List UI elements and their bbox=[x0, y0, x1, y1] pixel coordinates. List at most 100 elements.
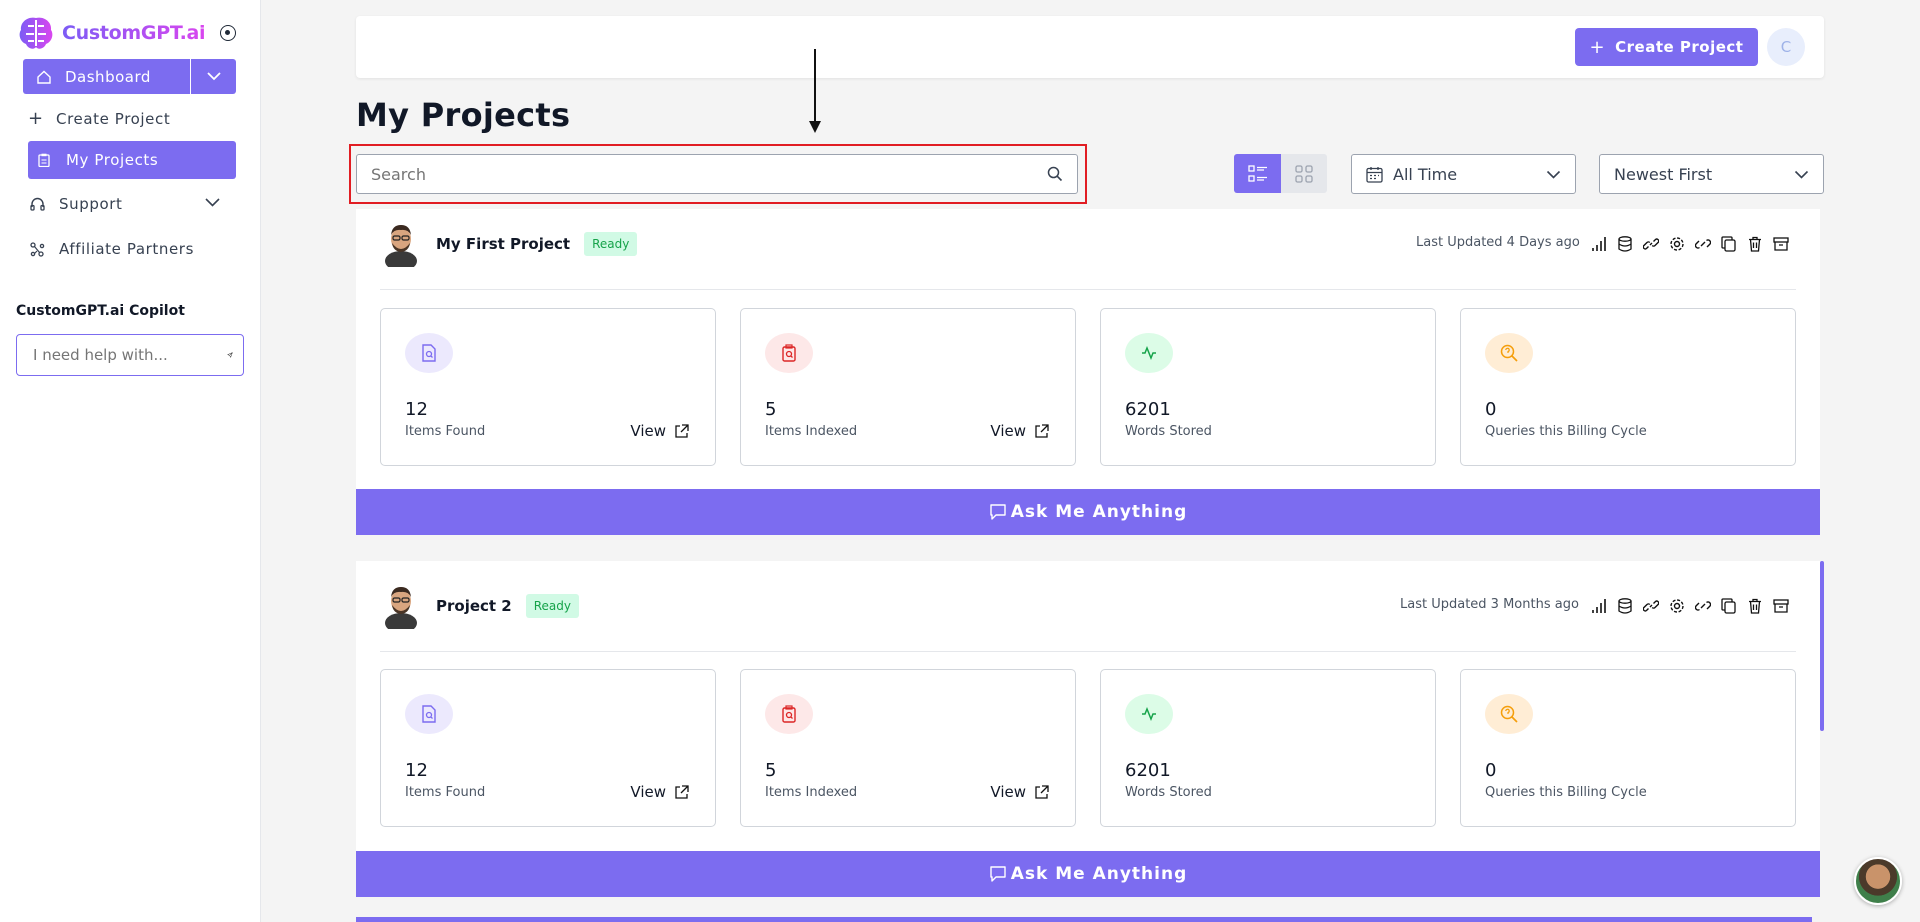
stat-value: 6201 bbox=[1125, 399, 1171, 420]
external-link-icon bbox=[1035, 784, 1049, 799]
ask-me-anything-button[interactable]: Ask Me Anything bbox=[356, 851, 1820, 897]
external-link-icon bbox=[675, 784, 689, 799]
database-icon[interactable] bbox=[1616, 597, 1633, 614]
stat-card-queries: 0 Queries this Billing Cycle bbox=[1460, 669, 1796, 827]
brand-name: CustomGPT.ai bbox=[62, 22, 206, 44]
send-icon[interactable] bbox=[227, 345, 233, 365]
stat-value: 6201 bbox=[1125, 760, 1171, 781]
trash-icon[interactable] bbox=[1746, 597, 1763, 614]
sidebar-item-label: Affiliate Partners bbox=[59, 240, 194, 258]
archive-icon[interactable] bbox=[1772, 597, 1789, 614]
sidebar-item-support[interactable]: Support bbox=[30, 195, 123, 213]
grid-view-icon bbox=[1295, 164, 1313, 183]
time-filter-value: All Time bbox=[1393, 164, 1458, 184]
integration-icon[interactable] bbox=[1694, 235, 1711, 252]
gear-icon[interactable] bbox=[1668, 235, 1685, 252]
stat-label: Items Found bbox=[405, 785, 486, 800]
last-updated: Last Updated 4 Days ago bbox=[1416, 235, 1580, 250]
stats-icon[interactable] bbox=[1590, 235, 1607, 252]
sidebar-item-affiliate-partners[interactable]: Affiliate Partners bbox=[30, 240, 194, 258]
stat-label: Words Stored bbox=[1125, 424, 1212, 439]
project-actions bbox=[1590, 597, 1789, 614]
view-label: View bbox=[990, 422, 1026, 440]
list-view-icon bbox=[1247, 164, 1267, 182]
link-icon[interactable] bbox=[1642, 235, 1659, 252]
next-project-edge bbox=[356, 917, 1812, 922]
view-label: View bbox=[630, 783, 666, 801]
brand[interactable]: CustomGPT.ai bbox=[16, 14, 206, 52]
chevron-down-icon bbox=[206, 72, 221, 81]
sort-select[interactable]: Newest First bbox=[1599, 154, 1824, 194]
ask-label: Ask Me Anything bbox=[1010, 502, 1188, 522]
user-avatar[interactable]: C bbox=[1767, 28, 1805, 66]
stat-card-words-stored: 6201 Words Stored bbox=[1100, 308, 1436, 466]
project-avatar bbox=[385, 225, 417, 267]
activity-icon bbox=[1125, 694, 1173, 734]
view-link[interactable]: View bbox=[630, 783, 689, 801]
integration-icon[interactable] bbox=[1694, 597, 1711, 614]
calendar-icon bbox=[1366, 166, 1383, 183]
divider bbox=[380, 289, 1796, 290]
copilot-input-box bbox=[16, 334, 244, 376]
stat-card-items-indexed: 5 Items Indexed View bbox=[740, 308, 1076, 466]
divider bbox=[380, 651, 1796, 652]
gear-icon[interactable] bbox=[1668, 597, 1685, 614]
list-view-button[interactable] bbox=[1234, 154, 1281, 193]
project-card: Project 2 Ready Last Updated 3 Months ag… bbox=[356, 561, 1820, 897]
project-header: Project 2 Ready bbox=[380, 583, 579, 629]
network-icon bbox=[30, 241, 45, 257]
stat-label: Queries this Billing Cycle bbox=[1485, 424, 1647, 439]
copy-icon[interactable] bbox=[1720, 235, 1737, 252]
search-input[interactable] bbox=[371, 164, 1047, 184]
file-search-icon bbox=[405, 694, 453, 734]
dashboard-button[interactable]: Dashboard bbox=[23, 59, 190, 94]
view-toggle bbox=[1234, 154, 1327, 193]
grid-view-button[interactable] bbox=[1281, 154, 1327, 193]
stat-label: Queries this Billing Cycle bbox=[1485, 785, 1647, 800]
trash-icon[interactable] bbox=[1746, 235, 1763, 252]
project-name[interactable]: Project 2 bbox=[436, 597, 512, 615]
stat-card-words-stored: 6201 Words Stored bbox=[1100, 669, 1436, 827]
sidebar-item-my-projects[interactable]: My Projects bbox=[28, 141, 236, 179]
stat-value: 0 bbox=[1485, 399, 1497, 420]
headphones-icon bbox=[30, 197, 45, 211]
scrollbar[interactable] bbox=[1820, 561, 1824, 731]
link-icon[interactable] bbox=[1642, 597, 1659, 614]
clipboard-search-icon bbox=[765, 694, 813, 734]
database-icon[interactable] bbox=[1616, 235, 1633, 252]
sidebar-collapse-icon[interactable] bbox=[220, 25, 236, 41]
stat-value: 12 bbox=[405, 760, 428, 781]
status-badge: Ready bbox=[525, 594, 579, 618]
view-link[interactable]: View bbox=[990, 783, 1049, 801]
project-header: My First Project Ready bbox=[380, 221, 638, 267]
external-link-icon bbox=[675, 423, 689, 438]
view-link[interactable]: View bbox=[990, 422, 1049, 440]
chat-icon bbox=[990, 866, 1006, 882]
sidebar-item-create-project[interactable]: + Create Project bbox=[28, 108, 170, 129]
brain-logo-icon bbox=[19, 17, 53, 49]
project-name[interactable]: My First Project bbox=[436, 235, 570, 253]
view-link[interactable]: View bbox=[630, 422, 689, 440]
page-title: My Projects bbox=[356, 96, 571, 134]
search-icon[interactable] bbox=[1047, 166, 1063, 182]
status-badge: Ready bbox=[584, 232, 638, 256]
copilot-input[interactable] bbox=[33, 346, 227, 364]
stats-icon[interactable] bbox=[1590, 597, 1607, 614]
ask-label: Ask Me Anything bbox=[1010, 864, 1188, 884]
time-filter-select[interactable]: All Time bbox=[1351, 154, 1576, 194]
dashboard-dropdown-button[interactable] bbox=[190, 59, 236, 94]
ask-me-anything-button[interactable]: Ask Me Anything bbox=[356, 489, 1820, 535]
stat-value: 5 bbox=[765, 760, 777, 781]
search-question-icon bbox=[1485, 694, 1533, 734]
archive-icon[interactable] bbox=[1772, 235, 1789, 252]
project-card: My First Project Ready Last Updated 4 Da… bbox=[356, 209, 1820, 535]
copy-icon[interactable] bbox=[1720, 597, 1737, 614]
create-project-button[interactable]: + Create Project bbox=[1575, 28, 1758, 66]
chevron-down-icon[interactable] bbox=[205, 198, 220, 207]
stat-label: Words Stored bbox=[1125, 785, 1212, 800]
copilot-label: CustomGPT.ai Copilot bbox=[16, 303, 185, 319]
stat-card-items-found: 12 Items Found View bbox=[380, 308, 716, 466]
chat-support-avatar[interactable] bbox=[1854, 857, 1902, 905]
sidebar-item-label: Create Project bbox=[56, 109, 171, 128]
stat-value: 12 bbox=[405, 399, 428, 420]
